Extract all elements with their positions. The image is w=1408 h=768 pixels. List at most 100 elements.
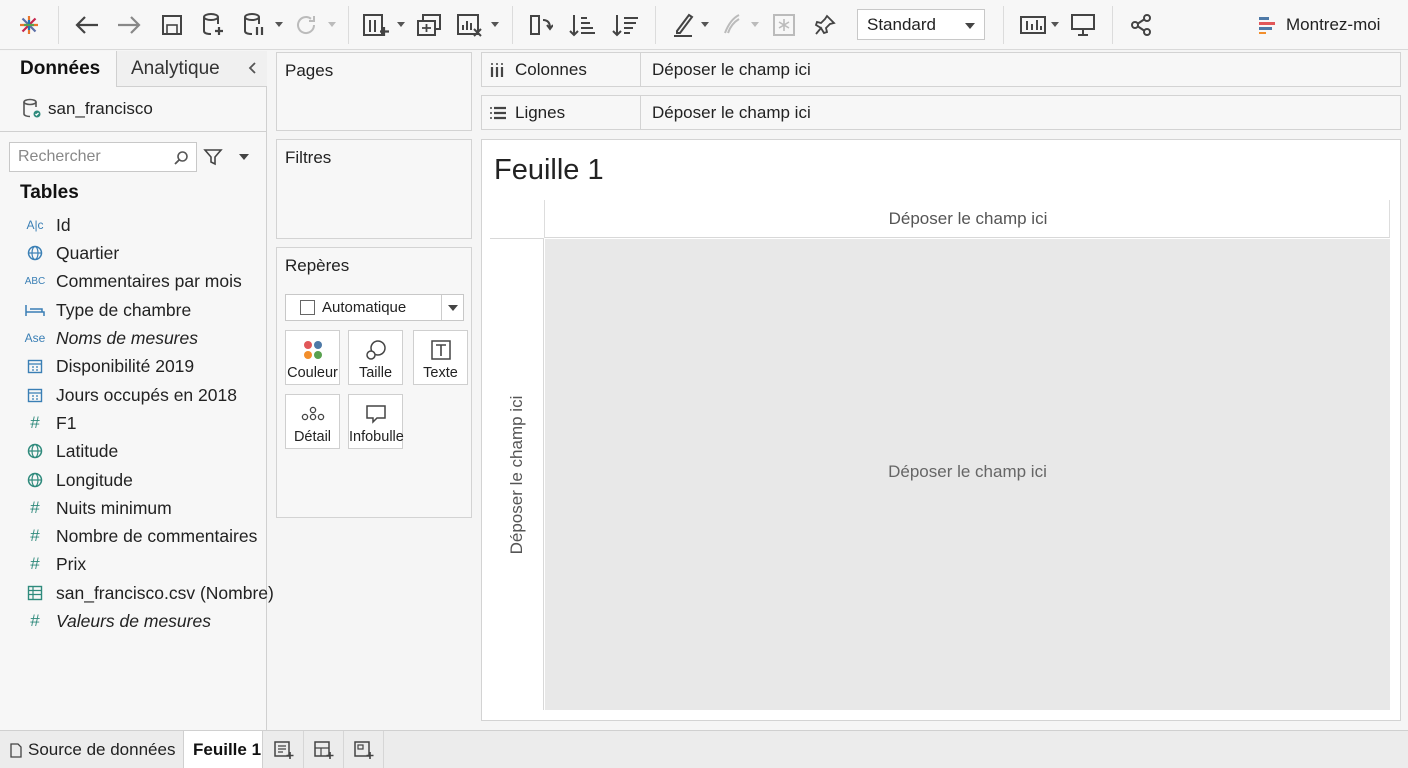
- rows-shelf[interactable]: Lignes Déposer le champ ici: [481, 95, 1401, 130]
- columns-drop-area[interactable]: Déposer le champ ici: [544, 200, 1390, 238]
- tab-sheet-1[interactable]: Feuille 1: [184, 731, 263, 768]
- color-icon: [286, 339, 339, 361]
- detail-button[interactable]: Détail: [285, 394, 340, 449]
- field-label: Latitude: [56, 440, 119, 461]
- tab-datasource-label: Source de données: [28, 740, 176, 759]
- clear-sheet-icon[interactable]: [455, 10, 485, 40]
- columns-shelf[interactable]: Colonnes Déposer le champ ici: [481, 52, 1401, 87]
- show-cards-icon[interactable]: [1016, 10, 1050, 40]
- refresh-icon[interactable]: [291, 10, 321, 40]
- field-valeurs-de-mesures[interactable]: # Valeurs de mesures: [22, 608, 211, 634]
- field-f1[interactable]: # F1: [22, 410, 76, 436]
- search-field[interactable]: Rechercher: [9, 142, 197, 172]
- tab-data[interactable]: Données: [0, 51, 116, 87]
- mark-type-dropdown[interactable]: Automatique: [285, 294, 464, 321]
- chevron-down-icon: [965, 23, 975, 29]
- sort-descending-icon[interactable]: [610, 10, 640, 40]
- columns-drop-target[interactable]: Déposer le champ ici: [652, 60, 811, 80]
- field-label: Nuits minimum: [56, 497, 172, 518]
- size-icon: [349, 339, 402, 361]
- pin-axes-icon[interactable]: [810, 10, 840, 40]
- bed-icon: [22, 300, 48, 320]
- filters-shelf[interactable]: Filtres: [276, 139, 472, 239]
- field-label: Longitude: [56, 469, 133, 490]
- pages-shelf[interactable]: Pages: [276, 52, 472, 131]
- rows-title: Lignes: [515, 102, 566, 122]
- redo-icon[interactable]: [114, 10, 144, 40]
- calendar-icon: [22, 385, 48, 405]
- show-me-icon: [1259, 17, 1275, 34]
- sort-ascending-icon[interactable]: [567, 10, 597, 40]
- new-worksheet-icon[interactable]: [361, 10, 391, 40]
- field-longitude[interactable]: Longitude: [22, 467, 133, 493]
- save-icon[interactable]: [157, 10, 187, 40]
- field-label: Id: [56, 214, 71, 235]
- presentation-mode-icon[interactable]: [1068, 10, 1098, 40]
- new-worksheet-tab-icon[interactable]: [264, 731, 304, 768]
- new-story-tab-icon[interactable]: [344, 731, 384, 768]
- undo-icon[interactable]: [72, 10, 102, 40]
- geo-globe-icon: [22, 441, 48, 461]
- tab-analytics[interactable]: Analytique: [116, 51, 267, 87]
- table-icon: [22, 583, 48, 603]
- group-members-icon[interactable]: [717, 10, 747, 40]
- field-prix[interactable]: # Prix: [22, 551, 86, 577]
- share-icon[interactable]: [1126, 10, 1156, 40]
- tab-datasource[interactable]: Source de données: [0, 731, 184, 768]
- field-noms-de-mesures[interactable]: Ase Noms de mesures: [22, 325, 198, 351]
- field-label: Disponibilité 2019: [56, 355, 195, 376]
- field-nuits-minimum[interactable]: # Nuits minimum: [22, 495, 172, 521]
- new-datasource-icon[interactable]: [198, 10, 228, 40]
- tableau-logo-icon[interactable]: [14, 10, 44, 40]
- field-label: Jours occupés en 2018: [56, 384, 237, 405]
- columns-title: Colonnes: [515, 59, 587, 79]
- tooltip-icon: [349, 403, 402, 425]
- field-commentaires-par-mois[interactable]: ABC Commentaires par mois: [22, 268, 242, 294]
- marks-title: Repères: [285, 256, 350, 275]
- number-type-icon: #: [30, 413, 40, 432]
- datasource-name: san_francisco: [48, 99, 153, 118]
- rows-label: Lignes: [482, 96, 641, 129]
- data-pane: Données Analytique san_francisco Recherc…: [0, 51, 274, 730]
- collapse-pane-icon[interactable]: [247, 61, 257, 75]
- field-type-de-chambre[interactable]: Type de chambre: [22, 297, 191, 323]
- main-drop-area[interactable]: Déposer le champ ici: [545, 239, 1390, 710]
- field-san-francisco-count[interactable]: san_francisco.csv (Nombre): [22, 580, 274, 606]
- columns-drop-text: Déposer le champ ici: [888, 209, 1048, 228]
- show-me-label: Montrez-moi: [1286, 15, 1381, 34]
- worksheet-view: Feuille 1 Déposer le champ ici Déposer l…: [481, 139, 1401, 721]
- rows-drop-area[interactable]: Déposer le champ ici: [490, 238, 544, 710]
- tooltip-button[interactable]: Infobulle: [348, 394, 404, 449]
- geo-globe-icon: [22, 470, 48, 490]
- rows-icon: [490, 106, 506, 119]
- show-mark-labels-icon[interactable]: [769, 10, 799, 40]
- field-nombre-de-commentaires[interactable]: # Nombre de commentaires: [22, 523, 257, 549]
- swap-rows-columns-icon[interactable]: [525, 10, 555, 40]
- highlight-icon[interactable]: [668, 10, 698, 40]
- tables-heading: Tables: [20, 182, 79, 203]
- search-placeholder: Rechercher: [18, 148, 101, 165]
- duplicate-sheet-icon[interactable]: [414, 10, 444, 40]
- field-label: Quartier: [56, 242, 120, 263]
- field-latitude[interactable]: Latitude: [22, 438, 118, 464]
- field-label: Noms de mesures: [56, 327, 198, 348]
- filters-title: Filtres: [285, 148, 332, 167]
- field-quartier[interactable]: Quartier: [22, 240, 119, 266]
- filter-icon[interactable]: [203, 147, 223, 167]
- sheet-title[interactable]: Feuille 1: [494, 154, 604, 187]
- rows-drop-target[interactable]: Déposer le champ ici: [652, 103, 811, 123]
- show-me-button[interactable]: Montrez-moi: [1258, 12, 1380, 38]
- number-type-icon: #: [30, 526, 40, 545]
- field-disponibilite-2019[interactable]: Disponibilité 2019: [22, 353, 194, 379]
- columns-label: Colonnes: [482, 53, 641, 86]
- size-button[interactable]: Taille: [348, 330, 403, 385]
- text-button[interactable]: Texte: [413, 330, 468, 385]
- color-button[interactable]: Couleur: [285, 330, 340, 385]
- datasource-item[interactable]: san_francisco: [22, 97, 153, 121]
- fit-select[interactable]: Standard: [857, 9, 985, 40]
- field-jours-occupes-2018[interactable]: Jours occupés en 2018: [22, 382, 237, 408]
- pause-updates-icon[interactable]: [239, 10, 269, 40]
- filter-menu-chevron-icon[interactable]: [239, 154, 249, 160]
- field-id[interactable]: A|c Id: [22, 212, 71, 238]
- new-dashboard-tab-icon[interactable]: [304, 731, 344, 768]
